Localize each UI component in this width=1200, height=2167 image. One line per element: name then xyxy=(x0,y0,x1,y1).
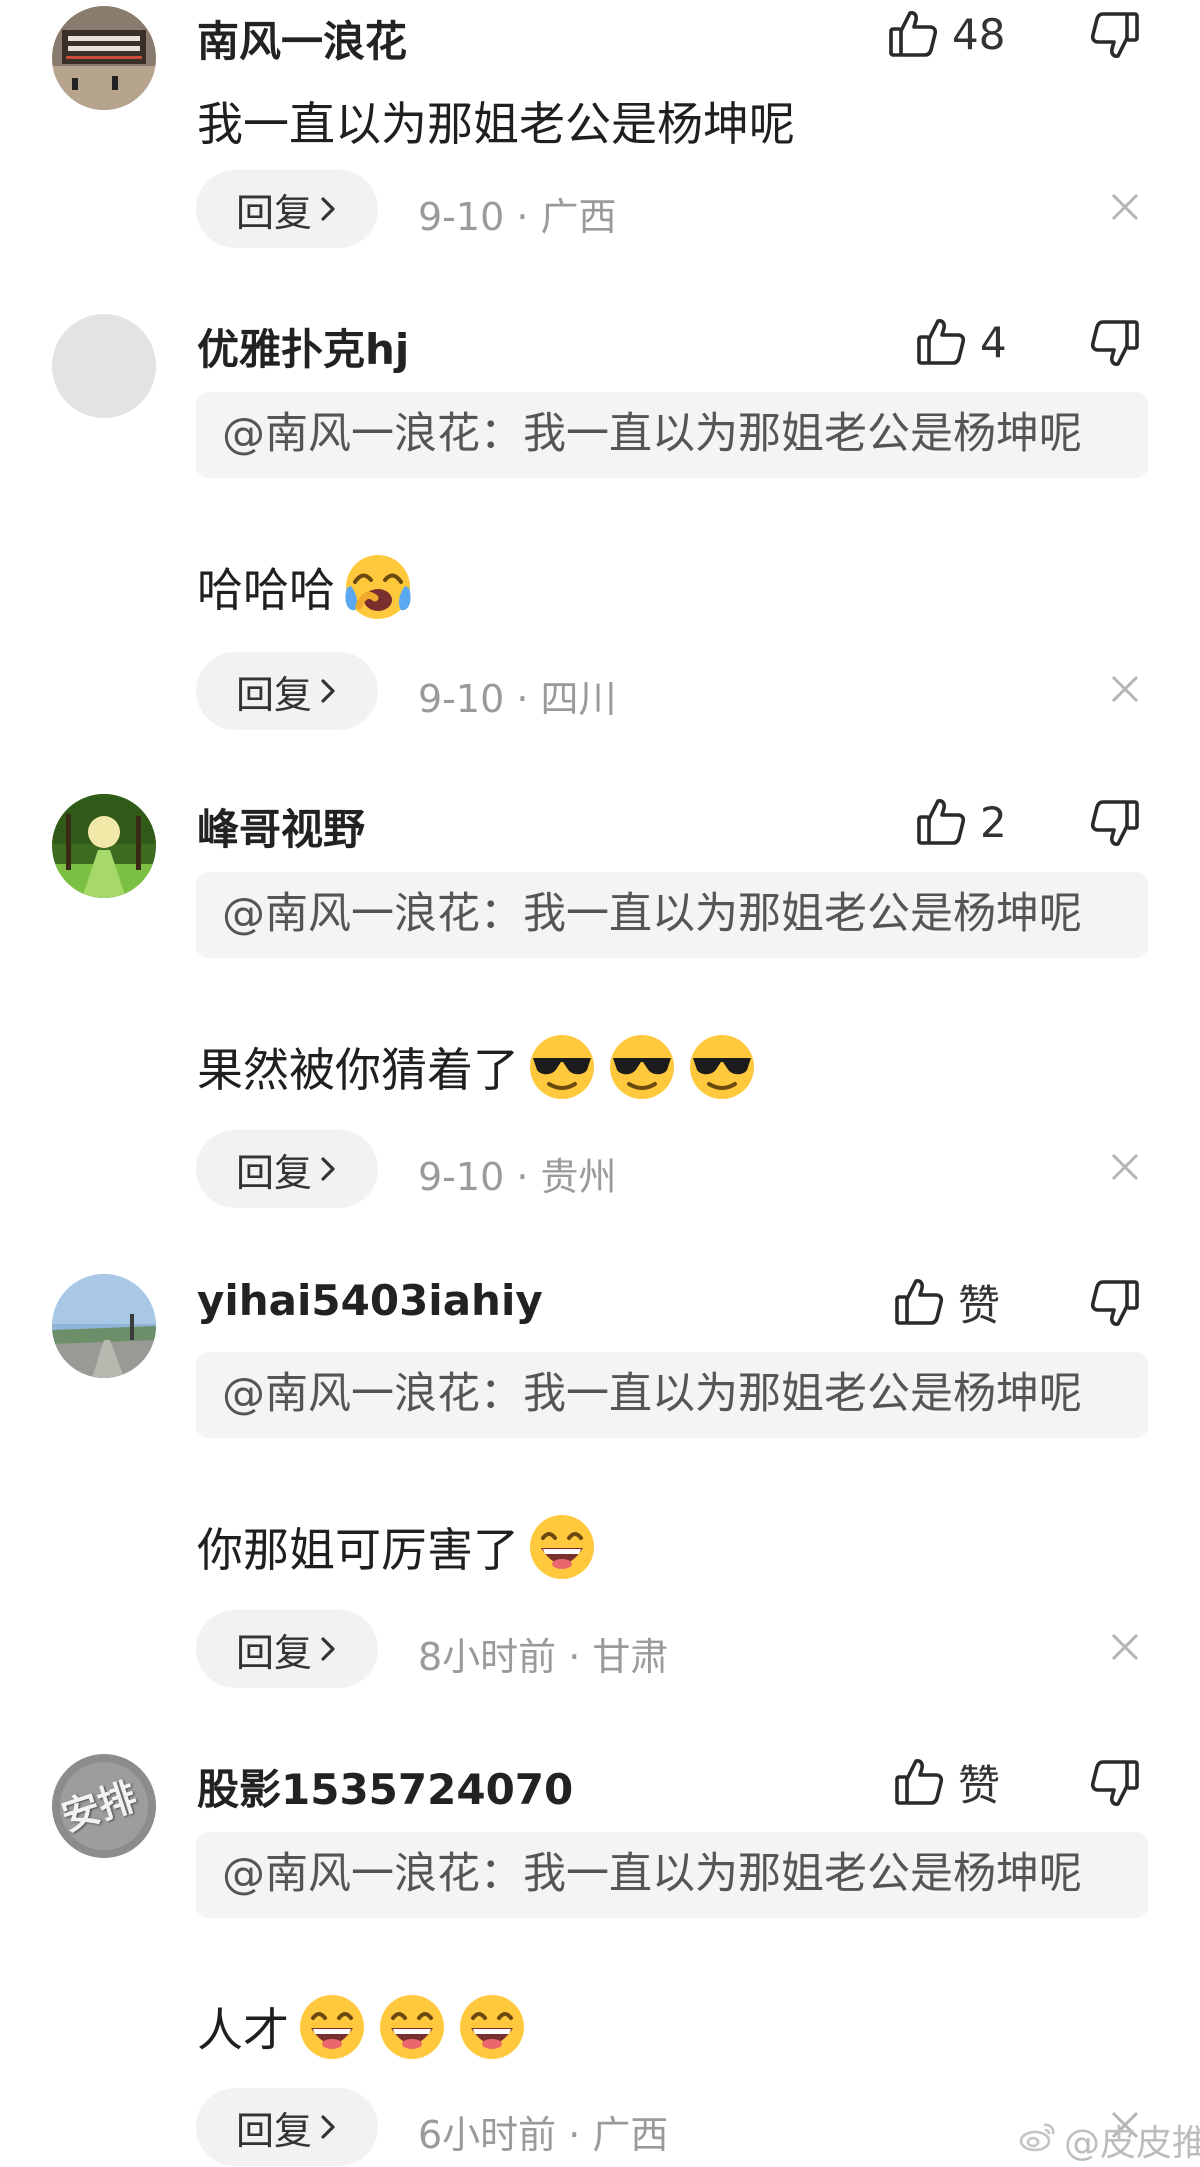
grinning-emoji-icon xyxy=(295,1990,369,2064)
comment-item: yihai5403iahiy 赞 @南风一浪花：我一直以为那姐老公是杨坤呢 你那… xyxy=(0,1268,1200,1698)
comment-item: 南风一浪花 48 我一直以为那姐老公是杨坤呢 回复 9-10 · 广西 xyxy=(0,0,1200,260)
username[interactable]: 南风一浪花 xyxy=(197,8,407,69)
username[interactable]: 股影1535724070 xyxy=(197,1756,573,1817)
comment-item: 安排 股影1535724070 赞 @南风一浪花：我一直以为那姐老公是杨坤呢 人… xyxy=(0,1748,1200,2167)
reply-button[interactable]: 回复 xyxy=(196,652,378,730)
like-button[interactable]: 赞 xyxy=(892,1750,1000,1814)
reply-button[interactable]: 回复 xyxy=(196,2088,378,2166)
quoted-comment[interactable]: @南风一浪花：我一直以为那姐老公是杨坤呢 xyxy=(196,872,1148,958)
avatar[interactable] xyxy=(52,794,156,898)
timestamp-location: 9-10 · 广西 xyxy=(418,195,617,239)
chevron-right-icon xyxy=(318,2105,338,2149)
chevron-right-icon xyxy=(318,669,338,713)
grinning-emoji-icon xyxy=(525,1510,599,1584)
grinning-emoji-icon xyxy=(455,1990,529,2064)
sunglasses-emoji-icon xyxy=(685,1030,759,1104)
comment-item: 峰哥视野 2 @南风一浪花：我一直以为那姐老公是杨坤呢 果然被你猜着了 回复 9… xyxy=(0,788,1200,1218)
thumbs-down-icon[interactable] xyxy=(1088,316,1142,370)
avatar[interactable] xyxy=(52,314,156,418)
thumbs-up-icon xyxy=(892,1755,946,1809)
chevron-right-icon xyxy=(318,187,338,231)
username[interactable]: yihai5403iahiy xyxy=(197,1276,543,1325)
like-button[interactable]: 48 xyxy=(886,2,1005,66)
like-label: 赞 xyxy=(958,1280,1001,1330)
like-button[interactable]: 4 xyxy=(914,310,1007,374)
grinning-emoji-icon xyxy=(375,1990,449,2064)
quoted-comment[interactable]: @南风一浪花：我一直以为那姐老公是杨坤呢 xyxy=(196,1832,1148,1918)
reply-label: 回复 xyxy=(235,672,312,717)
username[interactable]: 优雅扑克hj xyxy=(197,316,409,377)
like-button[interactable]: 2 xyxy=(914,790,1007,854)
like-count: 2 xyxy=(980,797,1007,847)
quoted-comment[interactable]: @南风一浪花：我一直以为那姐老公是杨坤呢 xyxy=(196,392,1148,478)
chevron-right-icon xyxy=(318,1627,338,1671)
sunglasses-emoji-icon xyxy=(605,1030,679,1104)
sunglasses-emoji-icon xyxy=(525,1030,599,1104)
weibo-logo-icon xyxy=(1018,2119,1058,2162)
close-icon[interactable] xyxy=(1108,1150,1142,1188)
close-icon[interactable] xyxy=(1108,1630,1142,1668)
timestamp-location: 8小时前 · 甘肃 xyxy=(418,1635,669,1679)
like-count: 4 xyxy=(980,317,1007,367)
reply-label: 回复 xyxy=(235,1630,312,1675)
reply-button[interactable]: 回复 xyxy=(196,1130,378,1208)
thumbs-down-icon[interactable] xyxy=(1088,1276,1142,1330)
thumbs-up-icon xyxy=(892,1275,946,1329)
thumbs-down-icon[interactable] xyxy=(1088,8,1142,62)
reply-button[interactable]: 回复 xyxy=(196,1610,378,1688)
thumbs-up-icon xyxy=(914,315,968,369)
timestamp-location: 6小时前 · 广西 xyxy=(418,2113,669,2157)
watermark: @皮皮推 xyxy=(1018,2114,1200,2166)
timestamp-location: 9-10 · 贵州 xyxy=(418,1155,617,1199)
comment-text: 人才 xyxy=(197,1990,529,2064)
chevron-right-icon xyxy=(318,1147,338,1191)
reply-label: 回复 xyxy=(235,190,312,235)
comment-text: 哈哈哈 xyxy=(197,550,415,624)
like-label: 赞 xyxy=(958,1760,1001,1810)
reply-label: 回复 xyxy=(235,1150,312,1195)
close-icon[interactable] xyxy=(1108,672,1142,710)
watermark-text: @皮皮推 xyxy=(1064,2123,1200,2164)
avatar[interactable] xyxy=(52,6,156,110)
comment-text: 我一直以为那姐老公是杨坤呢 xyxy=(197,97,795,151)
reply-label: 回复 xyxy=(235,2108,312,2153)
reply-button[interactable]: 回复 xyxy=(196,170,378,248)
close-icon[interactable] xyxy=(1108,190,1142,228)
avatar[interactable]: 安排 xyxy=(52,1754,156,1858)
timestamp-location: 9-10 · 四川 xyxy=(418,677,617,721)
comment-text-content: 人才 xyxy=(197,2003,289,2057)
like-count: 48 xyxy=(952,9,1006,59)
comment-text-content: 哈哈哈 xyxy=(197,563,335,617)
comment-text: 你那姐可厉害了 xyxy=(197,1510,599,1584)
comment-text-content: 你那姐可厉害了 xyxy=(197,1523,519,1577)
quoted-comment[interactable]: @南风一浪花：我一直以为那姐老公是杨坤呢 xyxy=(196,1352,1148,1438)
like-button[interactable]: 赞 xyxy=(892,1270,1000,1334)
thumbs-down-icon[interactable] xyxy=(1088,1756,1142,1810)
comment-item: 优雅扑克hj 4 @南风一浪花：我一直以为那姐老公是杨坤呢 哈哈哈 回复 9-1… xyxy=(0,308,1200,738)
thumbs-up-icon xyxy=(914,795,968,849)
thumbs-down-icon[interactable] xyxy=(1088,796,1142,850)
thumbs-up-icon xyxy=(886,7,940,61)
avatar[interactable] xyxy=(52,1274,156,1378)
username[interactable]: 峰哥视野 xyxy=(197,796,365,857)
comment-text: 果然被你猜着了 xyxy=(197,1030,759,1104)
comment-text-content: 果然被你猜着了 xyxy=(197,1043,519,1097)
laughing-crying-emoji-icon xyxy=(341,550,415,624)
